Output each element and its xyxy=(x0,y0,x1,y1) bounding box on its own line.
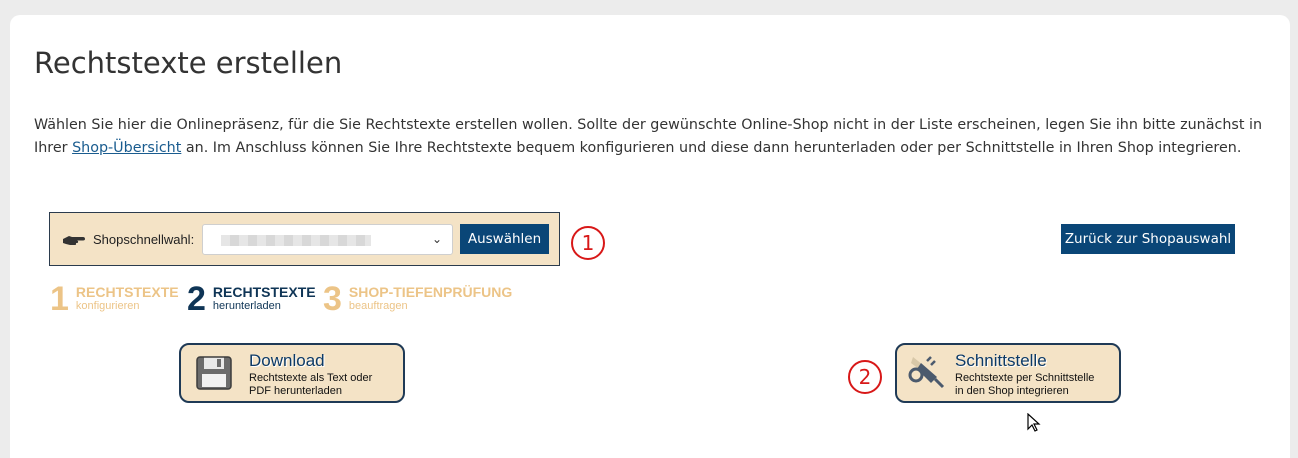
intro-text: Wählen Sie hier die Onlinepräsenz, für d… xyxy=(34,114,1264,160)
interface-desc-line-2: in den Shop integrieren xyxy=(955,385,1069,397)
step-deep-check[interactable]: 3 SHOP-TIEFENPRÜFUNG beauftragen xyxy=(323,282,512,316)
step-subtitle: herunterladen xyxy=(212,300,281,312)
floppy-disk-icon xyxy=(195,354,233,396)
step-title: SHOP-TIEFENPRÜFUNG xyxy=(348,284,513,300)
pointing-hand-icon xyxy=(62,232,86,252)
back-to-shop-selection-button[interactable]: Zurück zur Shopauswahl xyxy=(1061,224,1235,254)
shop-quick-select-label: Shopschnellwahl: xyxy=(93,232,195,247)
download-description: Rechtstexte als Text oder PDF herunterlad… xyxy=(249,372,372,398)
step-number: 1 xyxy=(50,280,69,318)
step-title: RECHTSTEXTE xyxy=(75,284,179,300)
annotation-marker-2: 2 xyxy=(848,360,882,394)
step-number: 3 xyxy=(323,280,342,318)
step-configure[interactable]: 1 RECHTSTEXTE konfigurieren xyxy=(50,282,179,316)
interface-action-button[interactable]: Schnittstelle Rechtstexte per Schnittste… xyxy=(895,343,1121,403)
plug-connector-icon xyxy=(907,353,947,393)
interface-description: Rechtstexte per Schnittstelle in den Shop… xyxy=(955,372,1094,398)
download-title: Download xyxy=(249,351,325,370)
intro-text-part-2: an. Im Anschluss können Sie Ihre Rechtst… xyxy=(181,140,1242,156)
step-subtitle: beauftragen xyxy=(348,300,408,312)
annotation-marker-1: 1 xyxy=(571,226,605,260)
interface-title: Schnittstelle xyxy=(955,351,1047,370)
select-button[interactable]: Auswählen xyxy=(460,224,549,254)
interface-desc-line-1: Rechtstexte per Schnittstelle xyxy=(955,372,1095,384)
shop-overview-link[interactable]: Shop-Übersicht xyxy=(72,140,181,156)
step-subtitle: konfigurieren xyxy=(75,300,140,312)
step-title: RECHTSTEXTE xyxy=(212,284,316,300)
step-download[interactable]: 2 RECHTSTEXTE herunterladen xyxy=(187,282,316,316)
mouse-cursor-icon xyxy=(1027,412,1041,437)
download-action-button[interactable]: Download Rechtstexte als Text oder PDF he… xyxy=(179,343,405,403)
page-title: Rechtstexte erstellen xyxy=(34,46,343,80)
selected-shop-value-redacted xyxy=(221,235,371,246)
chevron-down-icon: ⌄ xyxy=(431,232,442,246)
step-number: 2 xyxy=(187,280,206,318)
shop-quick-select-panel: Shopschnellwahl: ⌄ Auswählen xyxy=(49,212,560,266)
download-desc-line-2: PDF herunterladen xyxy=(249,385,342,397)
download-desc-line-1: Rechtstexte als Text oder xyxy=(249,372,373,384)
shop-select[interactable]: ⌄ xyxy=(202,224,453,255)
